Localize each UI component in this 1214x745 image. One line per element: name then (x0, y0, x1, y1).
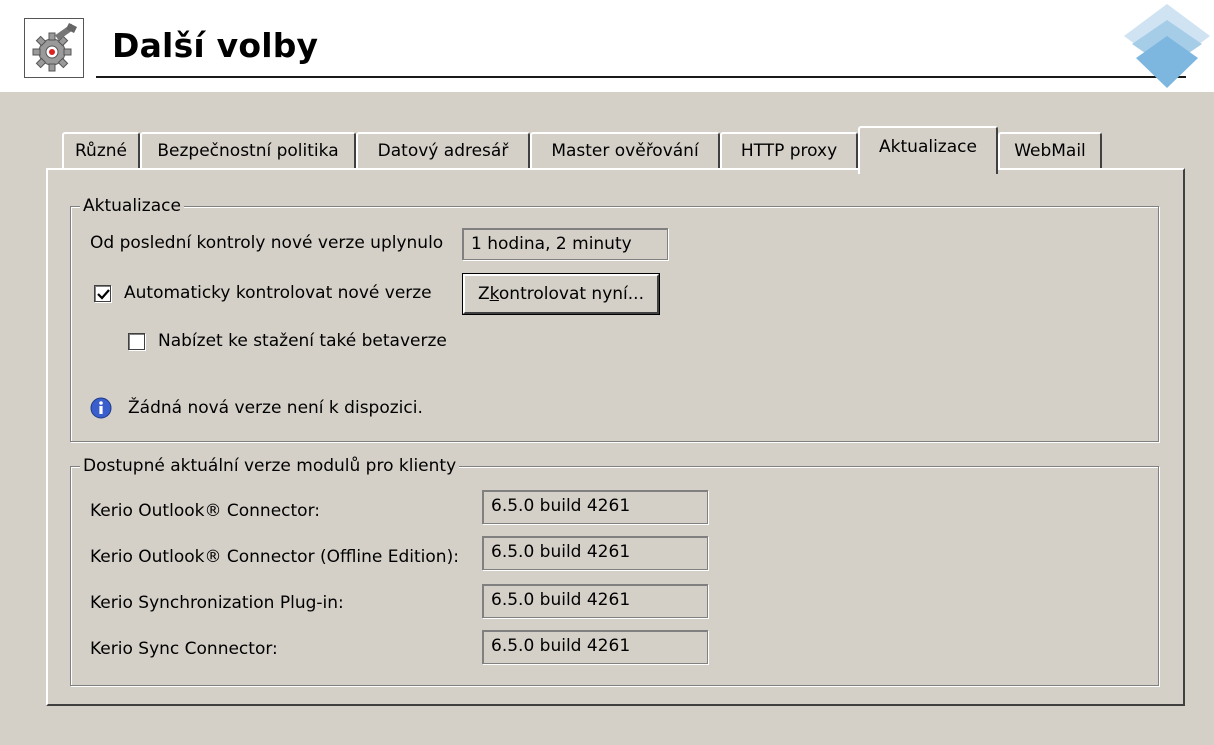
module-label: Kerio Synchronization Plug-in: (90, 593, 344, 613)
last-check-label: Od poslední kontroly nové verze uplynulo (90, 233, 444, 253)
kerio-logo-icon (1120, 0, 1214, 92)
header-divider (96, 76, 1186, 78)
module-version: 6.5.0 build 4261 (482, 630, 708, 664)
tab-webmail[interactable]: WebMail (998, 132, 1102, 170)
check-now-button[interactable]: Zkontrolovat nyní... (462, 273, 660, 315)
last-check-value: 1 hodina, 2 minuty (462, 228, 668, 260)
tab-datovy-adresar[interactable]: Datový adresář (356, 132, 530, 170)
module-version: 6.5.0 build 4261 (482, 490, 708, 524)
tab-bezpecnostni-politika[interactable]: Bezpečnostní politika (140, 132, 356, 170)
tab-http-proxy[interactable]: HTTP proxy (720, 132, 858, 170)
auto-check-checkbox[interactable] (94, 285, 111, 302)
checkmark-icon (97, 289, 110, 300)
tab-master-overovani[interactable]: Master ověřování (530, 132, 720, 170)
module-version: 6.5.0 build 4261 (482, 584, 708, 618)
updates-group-title: Aktualizace (80, 196, 184, 216)
beta-label[interactable]: Nabízet ke stažení také betaverze (158, 330, 447, 352)
module-label: Kerio Outlook® Connector (Offline Editio… (90, 547, 459, 567)
module-version: 6.5.0 build 4261 (482, 536, 708, 570)
tab-aktualizace[interactable]: Aktualizace (858, 126, 998, 174)
settings-gear-wrench-icon (24, 18, 84, 78)
modules-group-title: Dostupné aktuální verze modulů pro klien… (80, 456, 460, 476)
status-text: Žádná nová verze není k dispozici. (128, 398, 423, 418)
page-header: Další volby (0, 0, 1214, 92)
check-now-button-label: Zkontrolovat nyní... (478, 284, 644, 304)
info-icon (90, 397, 112, 419)
tab-ruzne[interactable]: Různé (62, 132, 140, 170)
auto-check-label[interactable]: Automaticky kontrolovat nové verze (124, 282, 432, 304)
module-label: Kerio Outlook® Connector: (90, 501, 320, 521)
tab-panel-aktualizace: Aktualizace Od poslední kontroly nové ve… (46, 168, 1185, 706)
beta-checkbox[interactable] (128, 333, 145, 350)
module-label: Kerio Sync Connector: (90, 639, 278, 659)
page-title: Další volby (112, 26, 319, 65)
